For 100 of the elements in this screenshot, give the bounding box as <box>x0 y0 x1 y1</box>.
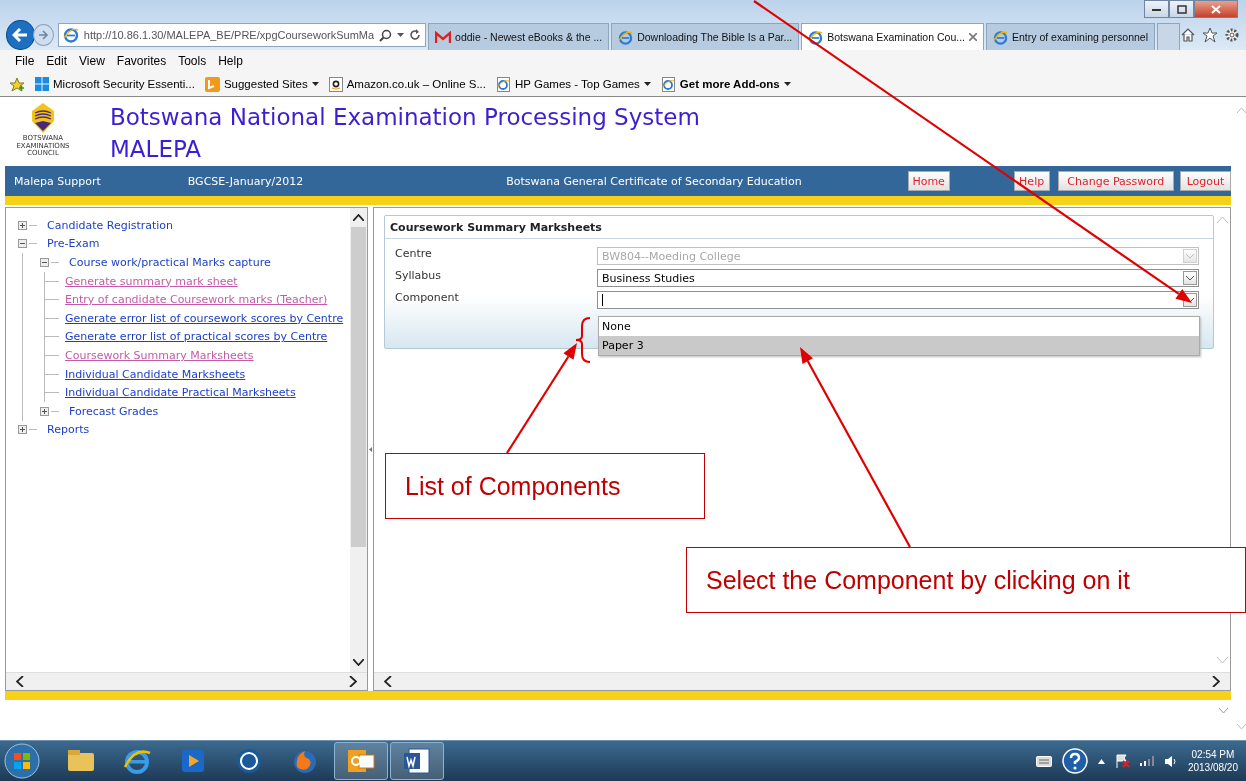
favorites-link[interactable]: Get more Add-ons <box>660 76 791 92</box>
taskbar-button[interactable] <box>390 742 444 780</box>
caret-icon <box>783 82 791 86</box>
tree-item[interactable]: Reports <box>47 423 90 437</box>
collapse-icon[interactable] <box>40 258 49 267</box>
expand-icon[interactable] <box>40 406 49 416</box>
maximize-button[interactable] <box>1169 0 1194 18</box>
expand-icon[interactable] <box>18 425 27 435</box>
page-icon <box>660 76 676 92</box>
address-bar[interactable]: http://10.86.1.30/MALEPA_BE/PRE/xpgCourseworkSumMa <box>57 23 427 47</box>
menu-item[interactable]: Help <box>212 54 249 68</box>
close-button[interactable] <box>1194 0 1238 18</box>
tree-item[interactable]: Forecast Grades <box>69 404 159 418</box>
search-icon[interactable] <box>379 28 393 42</box>
refresh-icon[interactable] <box>409 29 422 41</box>
nav-bar-text: Botswana General Certificate of Secondary Education <box>506 174 802 188</box>
scroll-right-icon[interactable] <box>1212 676 1220 687</box>
nav-bar-text: Malepa Support <box>14 174 101 188</box>
caret-icon[interactable] <box>397 33 405 37</box>
dropdown-field[interactable]: Business Studies <box>597 269 1199 287</box>
tree-link[interactable]: Entry of candidate Coursework marks (Teacher) <box>65 293 328 307</box>
favorites-star-icon[interactable] <box>9 76 25 92</box>
scroll-up-icon[interactable] <box>353 214 364 221</box>
browser-tab[interactable]: Botswana Examination Cou... <box>801 23 984 50</box>
tree-link[interactable]: Individual Candidate Marksheets <box>65 367 246 381</box>
nav-button[interactable]: Change Password <box>1057 171 1174 191</box>
curly-brace <box>575 317 591 363</box>
menu-item[interactable]: Edit <box>40 54 74 68</box>
browser-tab[interactable]: Downloading The Bible Is a Par... <box>611 23 800 50</box>
menu-item[interactable]: View <box>73 54 111 68</box>
signal-icon[interactable] <box>1139 756 1154 766</box>
taskbar-button[interactable] <box>334 742 388 780</box>
menu-item[interactable]: File <box>9 54 41 68</box>
nav-button[interactable]: Home <box>907 171 950 191</box>
back-button[interactable] <box>6 20 35 50</box>
nav-button[interactable]: Logout <box>1180 171 1231 191</box>
chevron-down-icon[interactable] <box>1219 708 1228 714</box>
close-icon[interactable] <box>969 33 977 41</box>
field-label: Syllabus <box>395 268 443 282</box>
speaker-icon[interactable] <box>1163 754 1178 768</box>
favorites-link[interactable]: Microsoft Security Essenti... <box>35 77 195 91</box>
document-app-icon <box>401 745 433 777</box>
horizontal-scrollbar[interactable] <box>6 672 367 690</box>
star-icon[interactable] <box>1202 27 1218 43</box>
tree-item[interactable]: Course work/practical Marks capture <box>69 256 271 269</box>
tree-link[interactable]: Individual Candidate Practical Marksheets <box>65 386 296 400</box>
tree-link[interactable]: Generate summary mark sheet <box>65 274 238 288</box>
collapse-icon[interactable] <box>18 239 27 249</box>
dropdown-option[interactable]: Paper 3 <box>599 336 1199 355</box>
chevron-down-icon <box>1186 275 1194 281</box>
menu-item[interactable]: Favorites <box>110 54 173 68</box>
favorites-link[interactable]: Suggested Sites <box>204 76 319 92</box>
dropdown-button[interactable] <box>1183 271 1197 285</box>
field-label: Centre <box>395 246 433 260</box>
close-icon <box>1211 4 1221 14</box>
chevron-down-icon <box>1186 253 1194 259</box>
emblem-icon <box>30 103 56 133</box>
caret-icon <box>311 82 319 86</box>
help-icon[interactable] <box>1061 748 1088 774</box>
show-hidden-icons-icon[interactable] <box>1097 758 1105 764</box>
caret-icon <box>643 82 651 86</box>
horizontal-scrollbar[interactable] <box>374 672 1230 690</box>
tree-item[interactable]: Pre-Exam <box>47 237 100 251</box>
dropdown-field[interactable] <box>597 291 1199 309</box>
keyboard-icon[interactable] <box>1035 755 1052 767</box>
scroll-right-icon[interactable] <box>349 676 357 687</box>
tree-item[interactable]: Candidate Registration <box>47 218 174 232</box>
start-button[interactable] <box>4 743 40 779</box>
home-icon[interactable] <box>1180 27 1196 43</box>
menu-item[interactable]: Tools <box>172 54 213 68</box>
card-title: Coursework Summary Marksheets <box>385 216 1213 239</box>
settings-icon[interactable] <box>1224 27 1240 43</box>
minimize-button[interactable] <box>1144 0 1169 18</box>
tree-link[interactable]: Coursework Summary Marksheets <box>65 348 254 362</box>
vertical-scrollbar[interactable] <box>350 208 367 672</box>
browser-tab[interactable]: oddie - Newest eBooks & the ... <box>428 23 610 50</box>
favorites-link[interactable]: HP Games - Top Games <box>496 76 651 92</box>
tree-link[interactable]: Generate error list of practical scores by Centre <box>65 330 328 344</box>
browser-tab[interactable]: Entry of examining personnel <box>986 23 1155 50</box>
splitter-arrow-icon[interactable] <box>369 446 372 452</box>
scroll-left-icon[interactable] <box>384 676 392 687</box>
page-icon <box>496 76 511 92</box>
back-arrow-icon <box>12 28 29 42</box>
forward-button[interactable] <box>32 24 54 46</box>
scroll-left-icon[interactable] <box>16 676 24 687</box>
browser-logo-icon <box>993 29 1008 45</box>
favorites-link[interactable]: Amazon.co.uk – Online S... <box>328 76 486 92</box>
forward-arrow-icon <box>37 30 49 40</box>
mail-icon <box>435 30 452 44</box>
clock[interactable]: 02:54 PM 2013/08/20 <box>1187 748 1238 774</box>
tree-link[interactable]: Generate error list of coursework scores by Centre <box>65 311 344 325</box>
nav-button[interactable]: Help <box>1013 171 1050 191</box>
callout-text: List of Components <box>385 453 705 519</box>
expand-icon[interactable] <box>18 220 27 230</box>
minimize-icon <box>1152 7 1161 11</box>
page-icon <box>328 76 343 92</box>
browser-logo-icon <box>808 29 824 45</box>
dropdown-option[interactable]: None <box>599 317 1199 336</box>
flag-icon[interactable] <box>1114 754 1130 768</box>
scroll-down-icon[interactable] <box>353 659 364 666</box>
